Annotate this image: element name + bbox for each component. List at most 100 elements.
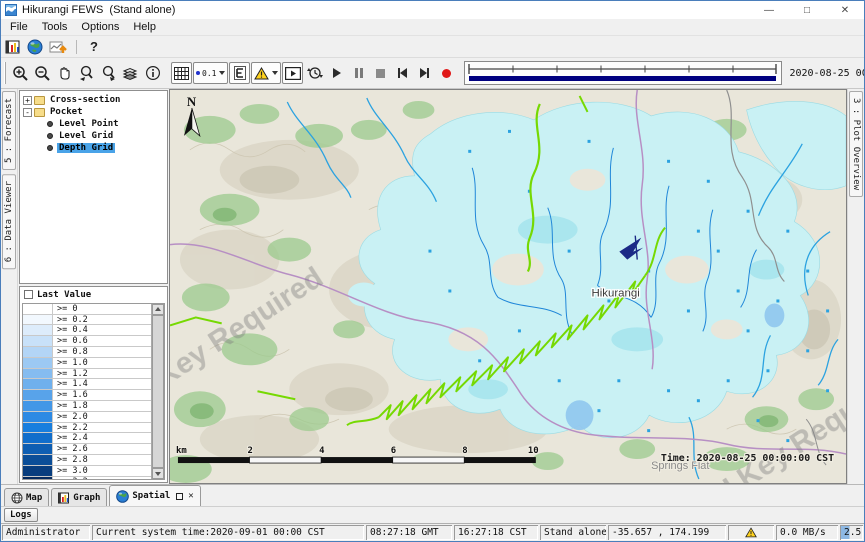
status-system-time: Current system time:2020-09-01 00:00 CST <box>92 525 364 540</box>
wireframe-globe-icon <box>11 492 23 504</box>
layers-button[interactable] <box>120 62 141 84</box>
contour-interval-dropdown[interactable]: 0.1 <box>193 62 228 84</box>
help-button[interactable]: ? <box>86 39 102 54</box>
tree-node-label[interactable]: Level Point <box>57 119 121 129</box>
svg-text:N: N <box>187 94 197 109</box>
tab-restore-icon[interactable] <box>176 493 183 500</box>
title-bar: Hikurangi FEWS (Stand alone) — □ ✕ <box>1 1 864 19</box>
app-window: Hikurangi FEWS (Stand alone) — □ ✕ File … <box>0 0 865 542</box>
info-button[interactable] <box>142 62 163 84</box>
pause-button[interactable] <box>348 62 369 84</box>
zoom-in-button[interactable] <box>10 62 31 84</box>
interval-dot-icon <box>196 71 200 75</box>
legend-row: >= 3.0 <box>23 466 151 477</box>
right-tab-strip: 3 : Plot Overview <box>847 89 864 484</box>
legend-scrollbar[interactable] <box>151 304 164 479</box>
tab-close-icon[interactable]: ✕ <box>188 491 193 501</box>
menu-options[interactable]: Options <box>74 19 126 35</box>
status-warning-cell <box>728 525 774 540</box>
record-button[interactable] <box>436 62 457 84</box>
zoom-next-button[interactable] <box>98 62 119 84</box>
legend-row: >= 0.4 <box>23 325 151 336</box>
tab-map-label: Map <box>26 493 42 503</box>
time-settings-button[interactable] <box>304 62 325 84</box>
zoom-previous-button[interactable] <box>76 62 97 84</box>
warnings-dropdown[interactable] <box>251 62 281 84</box>
legend-row: >= 3.2 <box>23 477 151 480</box>
pan-hand-button[interactable] <box>54 62 75 84</box>
last-value-checkbox[interactable] <box>24 290 33 299</box>
svg-text:10: 10 <box>528 446 539 456</box>
menu-file[interactable]: File <box>3 19 35 35</box>
tree-node-cross-section[interactable]: + Cross-section <box>23 94 167 106</box>
zoom-out-button[interactable] <box>32 62 53 84</box>
tree-node-level-point[interactable]: Level Point <box>23 118 167 130</box>
tab-map[interactable]: Map <box>4 488 49 506</box>
menu-tools[interactable]: Tools <box>35 19 75 35</box>
chevron-down-icon <box>272 71 278 75</box>
legend-swatch <box>23 466 53 476</box>
scroll-down-icon[interactable] <box>152 468 164 479</box>
last-value-label: Last Value <box>37 290 91 300</box>
legend-swatch <box>23 315 53 325</box>
skip-to-start-button[interactable] <box>392 62 413 84</box>
legend-swatch <box>23 455 53 465</box>
scroll-up-icon[interactable] <box>152 304 164 315</box>
legend-row: >= 2.6 <box>23 444 151 455</box>
tab-graph[interactable]: Graph <box>51 488 107 506</box>
skip-to-end-button[interactable] <box>414 62 435 84</box>
scrollbar-thumb[interactable] <box>152 315 164 468</box>
tree-node-label[interactable]: Pocket <box>48 107 85 117</box>
animation-button[interactable] <box>282 62 303 84</box>
spatial-globe-icon <box>116 490 129 503</box>
tree-node-level-grid[interactable]: Level Grid <box>23 130 167 142</box>
layer-bullet-icon <box>47 145 53 151</box>
map-time-label: Time: 2020-08-25 00:00:00 CST <box>661 452 834 464</box>
svg-text:4: 4 <box>319 446 324 456</box>
explorer-icon[interactable] <box>5 39 21 55</box>
legend-swatch <box>23 390 53 400</box>
play-button[interactable] <box>326 62 347 84</box>
folder-icon <box>34 96 45 105</box>
status-gmt-time: 08:27:18 GMT <box>366 525 452 540</box>
grid-display-button[interactable] <box>171 62 192 84</box>
tab-forecast[interactable]: 5 : Forecast <box>2 91 16 170</box>
layer-tree: + Cross-section - Pocket Level Point Lev… <box>19 90 168 284</box>
tree-node-pocket[interactable]: - Pocket <box>23 106 167 118</box>
tree-expander-icon[interactable]: - <box>23 108 32 117</box>
tree-expander-icon[interactable]: + <box>23 96 32 105</box>
legend-row: >= 2.0 <box>23 412 151 423</box>
legend-swatch <box>23 444 53 454</box>
svg-text:6: 6 <box>391 446 396 456</box>
time-slider[interactable] <box>464 61 782 85</box>
legend-row: >= 1.6 <box>23 390 151 401</box>
elevation-labels-button[interactable] <box>229 62 250 84</box>
minimize-button[interactable]: — <box>750 1 788 19</box>
menu-help[interactable]: Help <box>126 19 163 35</box>
tab-plot-overview[interactable]: 3 : Plot Overview <box>849 91 863 197</box>
close-button[interactable]: ✕ <box>826 1 864 19</box>
main-area: 5 : Forecast 6 : Data Viewer + Cross-sec… <box>1 89 864 484</box>
tree-node-depth-grid[interactable]: Depth Grid <box>23 142 167 154</box>
toolbar-grip[interactable] <box>4 62 6 84</box>
maximize-button[interactable]: □ <box>788 1 826 19</box>
map-view[interactable]: API Key Required API Key Required N Hiku… <box>169 89 847 484</box>
status-memory-gauge: 2.5 GB <box>840 525 863 540</box>
bottom-tab-bar: Map Graph Spatial ✕ <box>1 484 864 506</box>
tab-data-viewer[interactable]: 6 : Data Viewer <box>2 174 16 269</box>
timeseries-chart-icon[interactable] <box>49 39 67 55</box>
logs-button[interactable]: Logs <box>4 508 38 522</box>
tree-node-label[interactable]: Depth Grid <box>57 143 115 153</box>
legend-swatch <box>23 347 53 357</box>
tree-node-label[interactable]: Cross-section <box>48 95 122 105</box>
legend-row: >= 2.8 <box>23 455 151 466</box>
status-coordinates: -35.657 , 174.199 <box>608 525 726 540</box>
tab-spatial[interactable]: Spatial ✕ <box>109 485 200 506</box>
map-display-globe-icon[interactable] <box>27 39 43 55</box>
tree-node-label[interactable]: Level Grid <box>57 131 115 141</box>
status-network-speed: 0.0 MB/s <box>776 525 838 540</box>
main-toolbar: ? <box>1 36 864 58</box>
legend-list: >= 0 >= 0.2 >= 0.4 >= 0.6 >= 0.8 >= 1.0 … <box>22 303 165 480</box>
stop-button[interactable] <box>370 62 391 84</box>
legend-row: >= 1.0 <box>23 358 151 369</box>
